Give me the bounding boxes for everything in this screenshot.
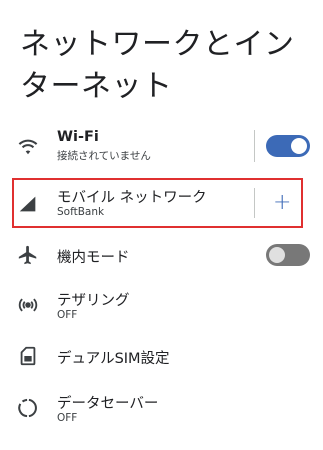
tethering-row[interactable]: テザリング OFF [0, 285, 323, 325]
wifi-icon [17, 135, 39, 157]
airplane-mode-toggle[interactable] [266, 244, 310, 266]
wifi-toggle-knob [291, 138, 307, 154]
wifi-status: 接続されていません [57, 150, 151, 162]
highlight-box [12, 178, 303, 228]
airplane-mode-title: 機内モード [57, 250, 130, 266]
page-title: ネットワークとインターネット [20, 27, 295, 104]
wifi-toggle[interactable] [266, 135, 310, 157]
hotspot-icon [17, 294, 39, 316]
airplane-toggle-knob [269, 247, 285, 263]
data-saver-icon [17, 397, 39, 419]
data-saver-row[interactable]: データセーバー OFF [0, 388, 323, 428]
airplane-icon [17, 244, 39, 266]
wifi-divider [254, 130, 255, 162]
data-saver-title: データセーバー [57, 396, 159, 412]
tethering-title: テザリング [57, 293, 130, 309]
dual-sim-row[interactable]: デュアルSIM設定 [0, 341, 323, 371]
airplane-mode-row[interactable]: 機内モード [0, 240, 323, 270]
dual-sim-title: デュアルSIM設定 [57, 351, 170, 367]
wifi-title: Wi-Fi [57, 129, 99, 145]
wifi-row[interactable]: Wi-Fi 接続されていません [0, 126, 323, 166]
tethering-status: OFF [57, 309, 78, 321]
data-saver-status: OFF [57, 412, 78, 424]
sim-card-icon [17, 345, 39, 367]
